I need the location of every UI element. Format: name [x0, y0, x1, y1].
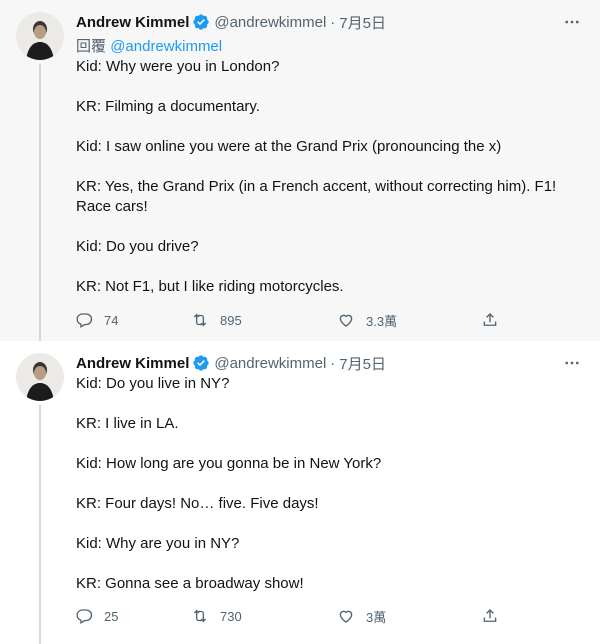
tweet-date[interactable]: 7月5日 — [339, 353, 386, 374]
more-icon[interactable] — [560, 10, 584, 34]
tweet-paragraph: KR: Yes, the Grand Prix (in a French acc… — [76, 178, 557, 215]
reply-icon — [70, 306, 98, 334]
thread-line — [39, 64, 41, 341]
tweet[interactable]: Andrew Kimmel @andrewkimmel · 7月5日 Kid: … — [0, 341, 600, 644]
share-button[interactable] — [476, 602, 504, 630]
more-icon[interactable] — [560, 351, 584, 375]
action-bar: 25 730 3萬 — [70, 602, 510, 630]
author-handle[interactable]: @andrewkimmel — [214, 14, 326, 31]
tweet-paragraph: KR: Not F1, but I like riding motorcycle… — [76, 278, 344, 295]
reply-count: 74 — [104, 312, 119, 328]
tweet-paragraph: Kid: I saw online you were at the Grand … — [76, 138, 502, 155]
tweet-paragraph: Kid: Do you live in NY? — [76, 375, 230, 392]
share-button[interactable] — [476, 306, 504, 334]
share-icon — [476, 306, 504, 334]
author-name[interactable]: Andrew Kimmel — [76, 355, 189, 372]
verified-badge-icon — [192, 13, 210, 31]
tweet-paragraph: Kid: Why are you in NY? — [76, 535, 240, 552]
avatar[interactable] — [16, 353, 64, 401]
tweet-paragraph: KR: I live in LA. — [76, 415, 179, 432]
like-button[interactable]: 3萬 — [332, 602, 386, 630]
tweet-header: Andrew Kimmel @andrewkimmel · 7月5日 — [76, 353, 584, 373]
reply-icon — [70, 602, 98, 630]
tweet-paragraph: KR: Filming a documentary. — [76, 98, 260, 115]
reply-button[interactable]: 74 — [70, 306, 118, 334]
reply-label: 回覆 — [76, 38, 107, 55]
reply-count: 25 — [104, 608, 119, 624]
tweet-paragraph: KR: Four days! No… five. Five days! — [76, 495, 319, 512]
like-button[interactable]: 3.3萬 — [332, 306, 397, 334]
retweet-button[interactable]: 730 — [186, 602, 242, 630]
tweet-paragraph: Kid: Do you drive? — [76, 238, 199, 255]
reply-mention-link[interactable]: @andrewkimmel — [110, 38, 222, 55]
separator-dot: · — [330, 354, 336, 372]
tweet-paragraph: Kid: How long are you gonna be in New Yo… — [76, 455, 382, 472]
tweet-header: Andrew Kimmel @andrewkimmel · 7月5日 — [76, 12, 584, 32]
like-icon — [332, 602, 360, 630]
retweet-icon — [186, 602, 214, 630]
share-icon — [476, 602, 504, 630]
reply-button[interactable]: 25 — [70, 602, 118, 630]
verified-badge-icon — [192, 354, 210, 372]
like-count: 3萬 — [366, 609, 387, 625]
thread-line — [39, 405, 41, 644]
like-icon — [332, 306, 360, 334]
retweet-icon — [186, 306, 214, 334]
tweet-paragraph: KR: Gonna see a broadway show! — [76, 575, 304, 592]
author-name[interactable]: Andrew Kimmel — [76, 14, 189, 31]
action-bar: 74 895 3.3萬 — [70, 306, 510, 334]
retweet-count: 730 — [220, 608, 242, 624]
author-handle[interactable]: @andrewkimmel — [214, 355, 326, 372]
avatar[interactable] — [16, 12, 64, 60]
like-count: 3.3萬 — [366, 313, 398, 329]
retweet-button[interactable]: 895 — [186, 306, 242, 334]
retweet-count: 895 — [220, 312, 242, 328]
tweet-paragraph: Kid: Why were you in London? — [76, 58, 280, 75]
tweet-date[interactable]: 7月5日 — [339, 12, 386, 33]
tweet-text: Kid: Why were you in London? KR: Filming… — [76, 57, 584, 317]
reply-context: 回覆 @andrewkimmel — [76, 35, 222, 56]
tweet-text: Kid: Do you live in NY? KR: I live in LA… — [76, 374, 584, 614]
separator-dot: · — [330, 13, 336, 31]
tweet[interactable]: Andrew Kimmel @andrewkimmel · 7月5日 回覆 @a… — [0, 0, 600, 341]
